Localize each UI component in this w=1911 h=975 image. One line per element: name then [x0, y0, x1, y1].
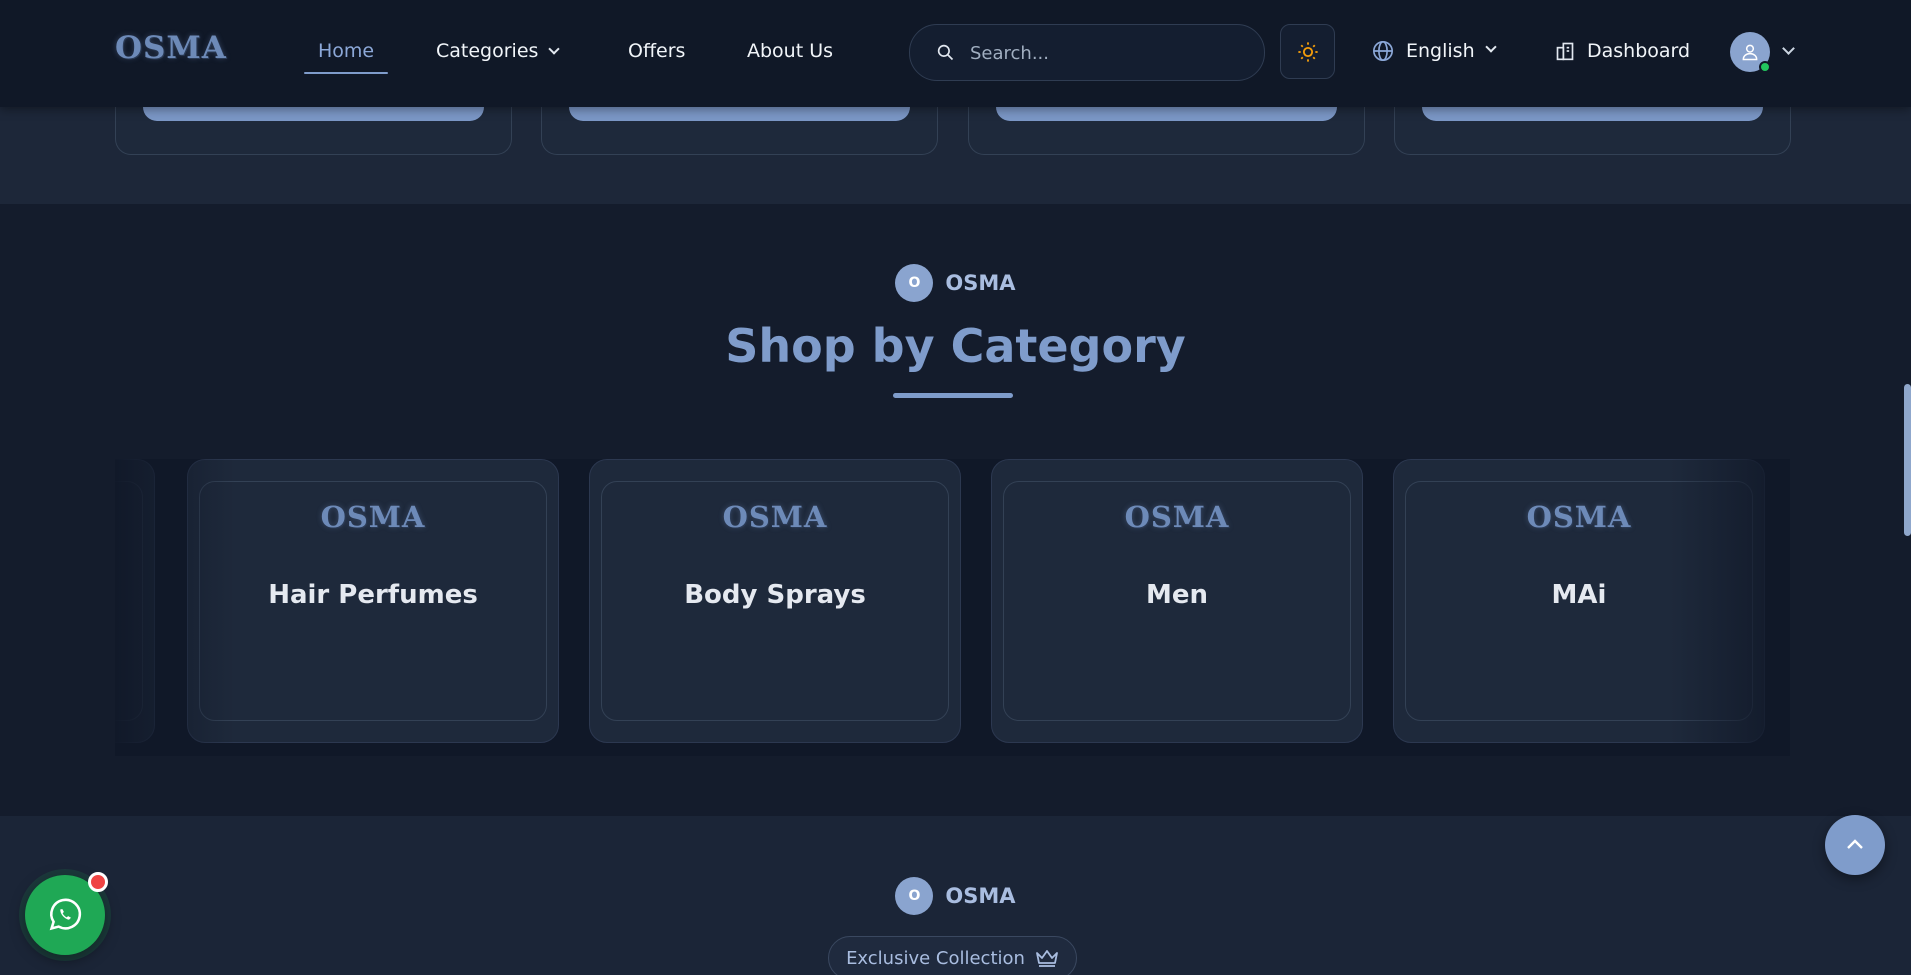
nav-about-us[interactable]: About Us	[747, 40, 833, 62]
chevron-down-icon	[1484, 41, 1497, 53]
exclusive-collection-pill: Exclusive Collection	[828, 936, 1077, 975]
badge-circle: O	[895, 877, 934, 915]
exclusive-collection-section: O OSMA Exclusive Collection	[0, 816, 1911, 975]
page-scrollbar[interactable]	[1904, 384, 1911, 536]
category-logo: OSMA	[320, 500, 426, 534]
badge-text: OSMA	[945, 271, 1016, 295]
previous-section	[0, 97, 1911, 204]
globe-icon	[1373, 41, 1393, 61]
whatsapp-button[interactable]	[25, 872, 108, 955]
crown-icon	[1036, 950, 1058, 967]
search-input[interactable]	[970, 39, 1240, 67]
badge-letter: O	[908, 275, 921, 291]
scroll-to-top-button[interactable]	[1825, 815, 1885, 875]
language-label: English	[1406, 40, 1475, 62]
dashboard-link[interactable]: Dashboard	[1555, 40, 1690, 62]
nav-home[interactable]: Home	[303, 40, 389, 74]
category-card[interactable]	[115, 459, 155, 743]
section-title: Shop by Category	[725, 319, 1186, 373]
chevron-up-icon	[1847, 839, 1863, 849]
section-badge: O OSMA	[0, 877, 1911, 915]
category-carousel[interactable]: OSMA Hair Perfumes OSMA Body Sprays OSMA…	[115, 459, 1790, 756]
nav-categories[interactable]: Categories	[436, 40, 561, 62]
search-box[interactable]	[909, 24, 1265, 81]
site-logo[interactable]: OSMA	[115, 30, 227, 66]
category-name: Men	[1145, 580, 1209, 610]
notification-dot	[88, 872, 108, 892]
language-selector[interactable]: English	[1372, 40, 1497, 62]
chevron-down-icon	[548, 43, 561, 55]
badge-circle: O	[895, 264, 934, 302]
category-name: Body Sprays	[684, 580, 866, 610]
pill-label: Exclusive Collection	[846, 947, 1025, 969]
category-card[interactable]: OSMA Body Sprays	[589, 459, 961, 743]
category-logo: OSMA	[722, 500, 828, 534]
category-logo: OSMA	[1526, 500, 1632, 534]
category-name: MAi	[1551, 580, 1607, 610]
shop-by-category-section: O OSMA Shop by Category OSMA Hair Perfum…	[0, 204, 1911, 816]
building-icon	[1556, 42, 1574, 61]
site-header: OSMA Home Categories Offers About Us Eng…	[0, 0, 1911, 107]
whatsapp-icon	[49, 898, 82, 931]
category-card[interactable]: OSMA Hair Perfumes	[187, 459, 559, 743]
category-name: Hair Perfumes	[268, 580, 478, 610]
category-card-inner	[115, 481, 143, 721]
dashboard-label: Dashboard	[1587, 40, 1691, 62]
category-card[interactable]: OSMA MAi	[1393, 459, 1765, 743]
search-icon	[937, 44, 954, 61]
category-logo: OSMA	[1124, 500, 1230, 534]
online-status-dot	[1759, 61, 1771, 73]
user-avatar[interactable]	[1730, 32, 1771, 73]
badge-text: OSMA	[945, 884, 1016, 908]
nav-categories-label: Categories	[436, 40, 539, 62]
category-card[interactable]: OSMA Men	[991, 459, 1363, 743]
badge-letter: O	[908, 888, 921, 904]
sun-icon	[1297, 41, 1318, 62]
title-underline	[893, 393, 1013, 398]
nav-offers[interactable]: Offers	[628, 40, 685, 62]
section-badge: O OSMA	[0, 264, 1911, 302]
chevron-down-icon[interactable]	[1782, 42, 1795, 55]
user-icon	[1742, 44, 1758, 61]
theme-toggle-button[interactable]	[1280, 24, 1335, 79]
